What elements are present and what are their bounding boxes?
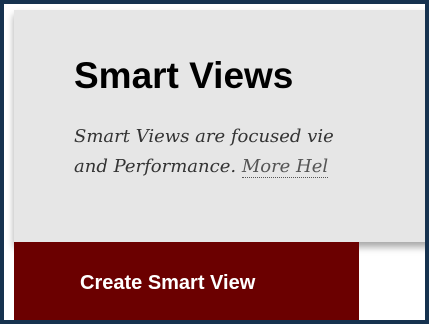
more-help-link[interactable]: More Hel xyxy=(241,156,329,178)
page-title: Smart Views xyxy=(74,55,294,96)
window-frame: Smart Views Smart Views are focused vie … xyxy=(0,0,429,324)
smart-views-description: Smart Views are focused vie and Performa… xyxy=(74,122,425,182)
smart-views-info-panel: Smart Views Smart Views are focused vie … xyxy=(14,10,425,242)
description-line-2: and Performance. More Hel xyxy=(74,152,425,182)
description-line-2-text: and Performance. xyxy=(74,156,242,177)
create-smart-view-button[interactable]: Create Smart View xyxy=(14,242,359,320)
description-line-1: Smart Views are focused vie xyxy=(74,126,334,147)
